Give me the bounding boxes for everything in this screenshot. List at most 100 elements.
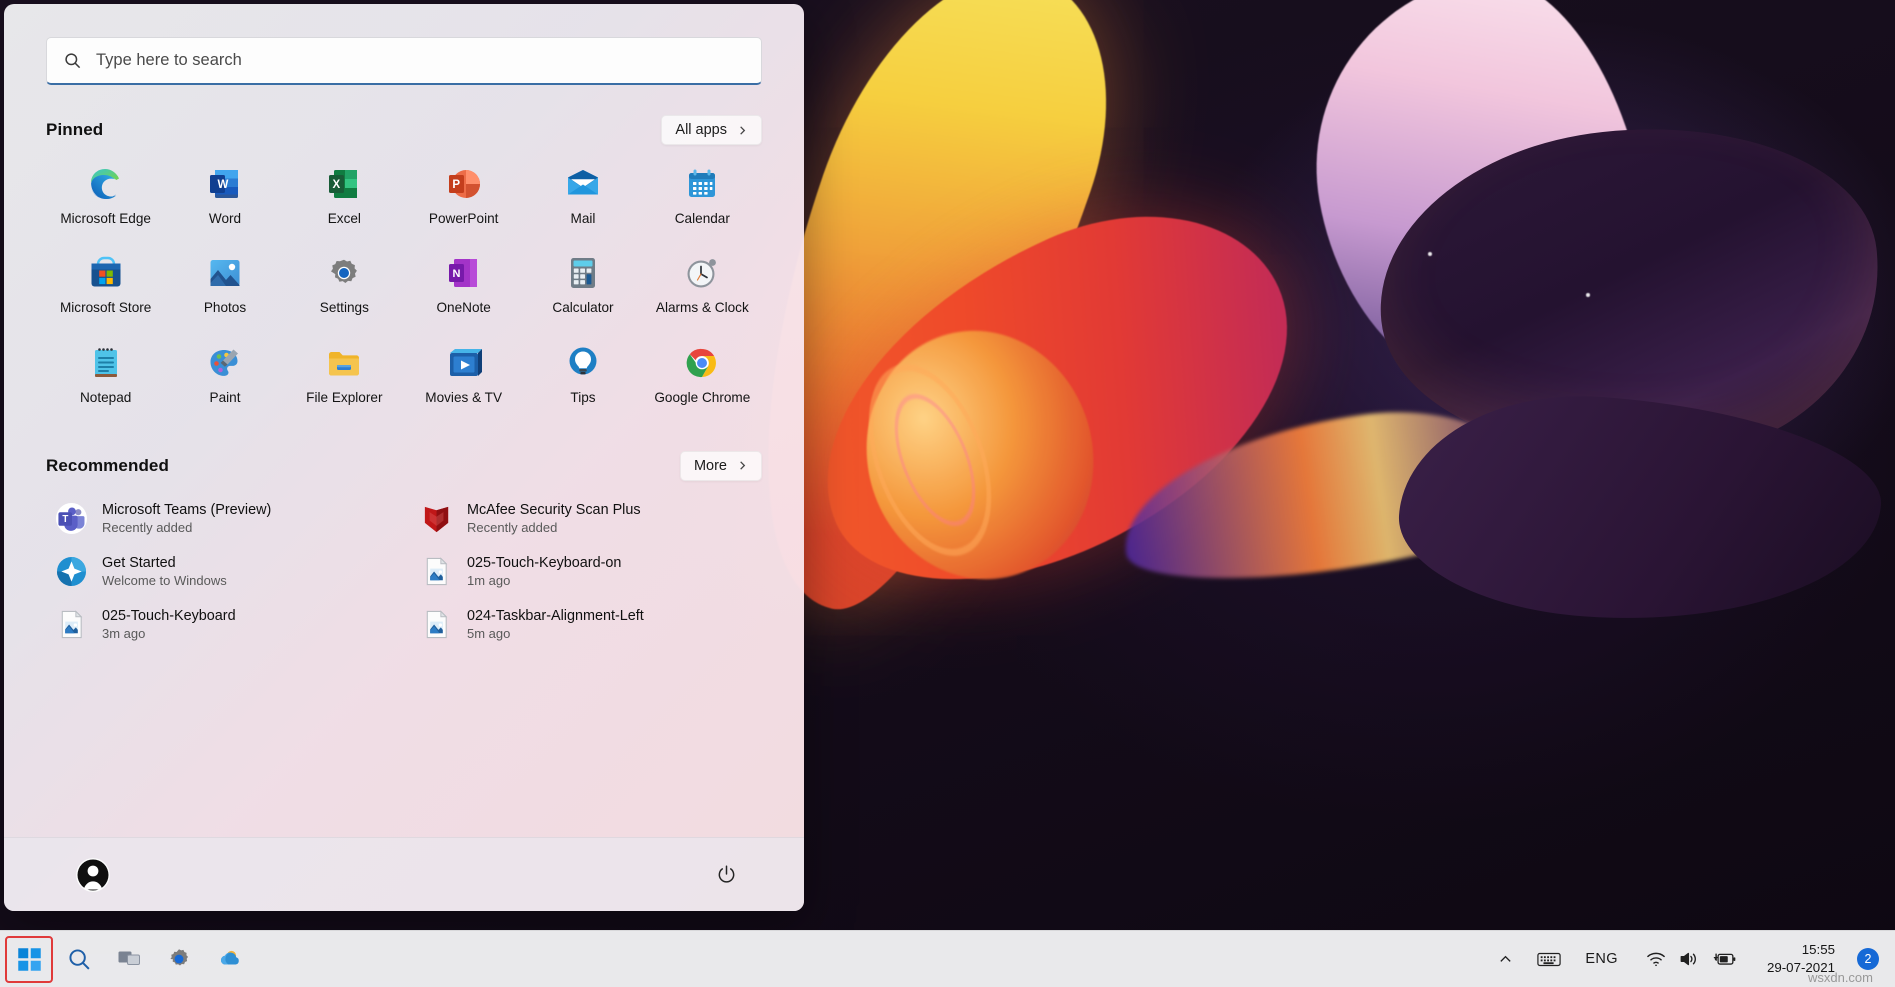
chevron-up-icon — [1498, 952, 1513, 967]
image-file-icon — [421, 609, 452, 640]
pinned-app-excel[interactable]: XExcel — [285, 157, 404, 234]
pinned-app-movies-tv[interactable]: Movies & TV — [404, 336, 523, 413]
onenote-icon: N — [446, 255, 482, 291]
power-button[interactable] — [708, 857, 744, 893]
more-label: More — [694, 458, 727, 474]
recommended-header: Recommended More — [46, 451, 762, 481]
pinned-app-tips[interactable]: Tips — [523, 336, 642, 413]
all-apps-label: All apps — [675, 122, 727, 138]
pinned-app-paint[interactable]: Paint — [165, 336, 284, 413]
recommended-item-text: Get Started Welcome to Windows — [102, 555, 227, 588]
photos-icon — [207, 255, 243, 291]
touch-keyboard-icon — [1537, 951, 1561, 968]
pinned-header: Pinned All apps — [46, 115, 762, 145]
weather-widget-icon — [216, 946, 242, 972]
file-explorer-folder-icon — [326, 345, 362, 381]
wallpaper-glint — [1428, 252, 1432, 256]
pinned-app-label: Photos — [204, 300, 246, 316]
system-tray: ENG 15:55 29-0 — [1494, 931, 1895, 987]
pinned-app-alarms-clock[interactable]: Alarms & Clock — [643, 246, 762, 323]
start-button[interactable] — [6, 937, 52, 982]
start-menu: Pinned All apps Microsoft Edge WWord — [4, 4, 804, 911]
pinned-app-microsoft-edge[interactable]: Microsoft Edge — [46, 157, 165, 234]
battery-charging-icon — [1713, 950, 1737, 968]
recommended-item-subtitle: Recently added — [467, 520, 641, 535]
settings-gear-icon — [326, 255, 362, 291]
pinned-app-microsoft-store[interactable]: Microsoft Store — [46, 246, 165, 323]
language-label: ENG — [1585, 951, 1618, 967]
microsoft-store-icon — [88, 255, 124, 291]
search-button[interactable] — [56, 937, 102, 982]
pinned-app-label: Notepad — [80, 390, 131, 406]
tray-status-icons[interactable] — [1638, 944, 1745, 974]
wallpaper-glint — [1586, 293, 1590, 297]
pinned-app-word[interactable]: WWord — [165, 157, 284, 234]
tray-overflow-button[interactable] — [1494, 947, 1517, 972]
pinned-app-label: Alarms & Clock — [656, 300, 749, 316]
word-icon: W — [207, 166, 243, 202]
notepad-icon — [88, 345, 124, 381]
excel-icon: X — [326, 166, 362, 202]
language-indicator[interactable]: ENG — [1581, 946, 1622, 972]
mcafee-shield-icon — [421, 503, 452, 534]
movies-tv-icon — [446, 345, 482, 381]
pinned-app-notepad[interactable]: Notepad — [46, 336, 165, 413]
user-account-button[interactable] — [66, 852, 120, 898]
more-button[interactable]: More — [680, 451, 762, 481]
recommended-item[interactable]: 025-Touch-Keyboard 3m ago — [46, 599, 397, 650]
recommended-list: T Microsoft Teams (Preview) Recently add… — [46, 493, 762, 650]
recommended-item-title: McAfee Security Scan Plus — [467, 502, 641, 518]
search-box[interactable] — [46, 37, 762, 85]
recommended-item[interactable]: T Microsoft Teams (Preview) Recently add… — [46, 493, 397, 544]
pinned-app-file-explorer[interactable]: File Explorer — [285, 336, 404, 413]
windows-logo-icon — [17, 947, 42, 972]
google-chrome-icon — [684, 345, 720, 381]
power-icon — [716, 864, 737, 885]
svg-text:W: W — [217, 179, 228, 191]
recommended-item[interactable]: McAfee Security Scan Plus Recently added — [411, 493, 762, 544]
touch-keyboard-button[interactable] — [1533, 946, 1565, 973]
taskbar-buttons — [0, 937, 252, 982]
pinned-app-calculator[interactable]: Calculator — [523, 246, 642, 323]
recommended-title: Recommended — [46, 456, 169, 476]
recommended-item-title: Microsoft Teams (Preview) — [102, 502, 271, 518]
notification-badge[interactable]: 2 — [1857, 948, 1879, 970]
microsoft-teams-icon: T — [56, 503, 87, 534]
task-view-button[interactable] — [106, 937, 152, 982]
recommended-item[interactable]: 025-Touch-Keyboard-on 1m ago — [411, 546, 762, 597]
speaker-icon — [1679, 950, 1701, 968]
settings-gear-icon — [166, 946, 192, 972]
avatar — [76, 858, 110, 892]
recommended-item[interactable]: 024-Taskbar-Alignment-Left 5m ago — [411, 599, 762, 650]
start-menu-body: Pinned All apps Microsoft Edge WWord — [4, 85, 804, 837]
search-input[interactable] — [96, 51, 745, 70]
pinned-apps-grid: Microsoft Edge WWord XExcel PPowerPoint … — [46, 157, 762, 413]
taskbar: ENG 15:55 29-0 — [0, 930, 1895, 987]
pinned-app-onenote[interactable]: NOneNote — [404, 246, 523, 323]
pinned-app-label: PowerPoint — [429, 211, 499, 227]
pinned-app-calendar[interactable]: Calendar — [643, 157, 762, 234]
svg-text:P: P — [452, 179, 460, 191]
recommended-item-title: 024-Taskbar-Alignment-Left — [467, 608, 644, 624]
paint-palette-icon — [207, 345, 243, 381]
pinned-app-label: Calendar — [675, 211, 730, 227]
recommended-item-subtitle: 3m ago — [102, 626, 236, 641]
recommended-item[interactable]: Get Started Welcome to Windows — [46, 546, 397, 597]
pinned-app-google-chrome[interactable]: Google Chrome — [643, 336, 762, 413]
recommended-item-text: 025-Touch-Keyboard 3m ago — [102, 608, 236, 641]
recommended-item-subtitle: Welcome to Windows — [102, 573, 227, 588]
widgets-button[interactable] — [206, 937, 252, 982]
pinned-app-label: Calculator — [552, 300, 613, 316]
pinned-app-photos[interactable]: Photos — [165, 246, 284, 323]
settings-button[interactable] — [156, 937, 202, 982]
pinned-app-label: Microsoft Edge — [60, 211, 151, 227]
pinned-app-label: Paint — [210, 390, 241, 406]
microsoft-edge-icon — [88, 166, 124, 202]
search-icon — [67, 947, 92, 972]
clock[interactable]: 15:55 29-07-2021 — [1761, 937, 1841, 980]
pinned-app-mail[interactable]: Mail — [523, 157, 642, 234]
pinned-app-settings[interactable]: Settings — [285, 246, 404, 323]
all-apps-button[interactable]: All apps — [661, 115, 762, 145]
pinned-app-powerpoint[interactable]: P PowerPoint — [404, 157, 523, 234]
pinned-app-label: Microsoft Store — [60, 300, 151, 316]
